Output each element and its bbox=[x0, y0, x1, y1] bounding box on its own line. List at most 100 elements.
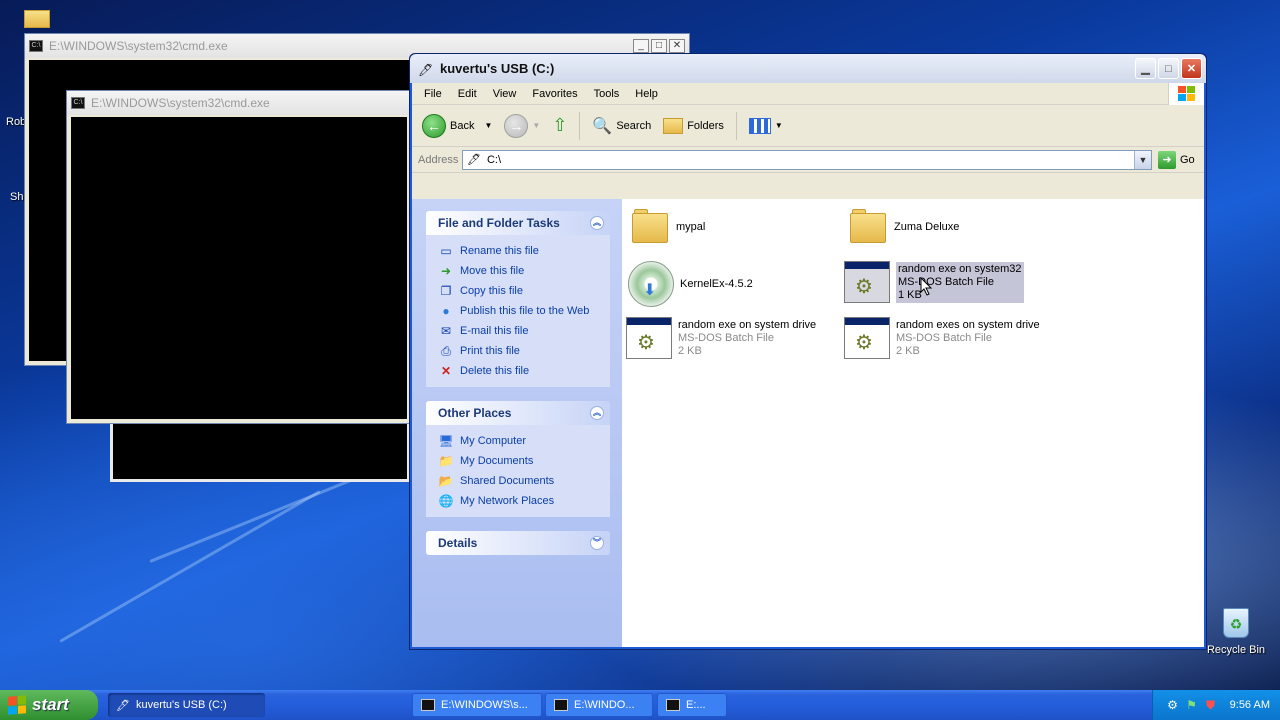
folders-button[interactable]: Folders bbox=[659, 116, 728, 136]
documents-icon: 📁 bbox=[438, 454, 454, 468]
explorer-titlebar[interactable]: 🖊 kuvertu's USB (C:) ▁ □ ✕ bbox=[410, 54, 1206, 83]
desktop-icon-label-partial-2[interactable]: Sh bbox=[10, 191, 23, 203]
place-my-documents[interactable]: 📁 My Documents bbox=[438, 451, 602, 471]
menu-tools[interactable]: Tools bbox=[586, 88, 628, 100]
task-pane: File and Folder Tasks ︽ ▭ Rename this fil… bbox=[412, 199, 622, 647]
menu-help[interactable]: Help bbox=[627, 88, 666, 100]
address-bar: Address 🖊 C:\ ▼ ➜ Go bbox=[412, 147, 1204, 173]
explorer-title: kuvertu's USB (C:) bbox=[440, 61, 555, 76]
start-button[interactable]: start bbox=[0, 690, 98, 720]
forward-dropdown-icon[interactable]: ▼ bbox=[532, 121, 540, 130]
forward-button[interactable]: → ▼ bbox=[500, 112, 544, 140]
file-item-random-exes-system-drive[interactable]: ⚙ random exes on system drive MS-DOS Bat… bbox=[844, 317, 1040, 359]
back-dropdown-icon[interactable]: ▼ bbox=[484, 121, 492, 130]
cmd-window-front[interactable]: C:\ E:\WINDOWS\system32\cmd.exe bbox=[66, 90, 412, 424]
file-name: mypal bbox=[676, 220, 706, 233]
file-size: 2 KB bbox=[678, 344, 702, 357]
folder-icon bbox=[848, 209, 888, 245]
back-button[interactable]: ← Back ▼ bbox=[418, 112, 496, 140]
search-button[interactable]: 🔍 Search bbox=[588, 114, 655, 138]
minimize-button[interactable]: ▁ bbox=[1135, 58, 1156, 79]
collapse-chevron-icon[interactable]: ︽ bbox=[590, 406, 604, 420]
file-name: random exe on system drive bbox=[678, 318, 817, 331]
task-print[interactable]: ⎙ Print this file bbox=[438, 341, 602, 361]
views-icon bbox=[748, 117, 771, 134]
details-header[interactable]: Details ︾ bbox=[426, 531, 610, 555]
task-label: Rename this file bbox=[460, 245, 539, 257]
taskbar-button-cmd-3[interactable]: E:... bbox=[657, 693, 727, 717]
task-copy[interactable]: ❐ Copy this file bbox=[438, 281, 602, 301]
go-label: Go bbox=[1180, 153, 1195, 166]
file-folder-tasks-panel: File and Folder Tasks ︽ ▭ Rename this fil… bbox=[426, 211, 610, 387]
address-dropdown-icon[interactable]: ▼ bbox=[1134, 150, 1151, 169]
folders-label: Folders bbox=[687, 119, 724, 132]
file-item-zuma-deluxe[interactable]: Zuma Deluxe bbox=[848, 209, 959, 245]
file-item-mypal[interactable]: mypal bbox=[630, 209, 705, 245]
recycle-bin[interactable]: ♻ Recycle Bin bbox=[1200, 608, 1272, 660]
collapse-chevron-icon[interactable]: ︽ bbox=[590, 216, 604, 230]
batch-file-icon: ⚙ bbox=[626, 317, 672, 359]
menu-favorites[interactable]: Favorites bbox=[524, 88, 585, 100]
up-folder-icon: ⇧ bbox=[552, 115, 568, 135]
clock[interactable]: 9:56 AM bbox=[1230, 699, 1280, 711]
menu-edit[interactable]: Edit bbox=[450, 88, 485, 100]
place-network-places[interactable]: 🌐 My Network Places bbox=[438, 491, 602, 511]
close-button[interactable]: ✕ bbox=[1181, 58, 1202, 79]
folders-icon bbox=[663, 117, 684, 134]
maximize-button[interactable]: □ bbox=[651, 39, 667, 53]
address-label: Address bbox=[418, 153, 459, 166]
taskbar-button-label: E:\WINDO... bbox=[574, 699, 635, 711]
delete-icon: ✕ bbox=[440, 364, 452, 378]
cmd-window-title: E:\WINDOWS\system32\cmd.exe bbox=[49, 39, 228, 53]
task-publish[interactable]: ● Publish this file to the Web bbox=[438, 301, 602, 321]
toolbar-separator bbox=[579, 111, 581, 140]
go-button[interactable]: ➜ Go bbox=[1152, 150, 1200, 169]
usb-drive-icon: 🖊 bbox=[116, 699, 130, 712]
other-places-header[interactable]: Other Places ︽ bbox=[426, 401, 610, 425]
file-item-kernelex[interactable]: ⬇ KernelEx-4.5.2 bbox=[628, 261, 753, 307]
task-delete[interactable]: ✕ Delete this file bbox=[438, 361, 602, 381]
task-label: E-mail this file bbox=[460, 325, 529, 337]
system-tray: ⚙ ⚑ ⛊ 9:56 AM bbox=[1152, 690, 1280, 720]
address-value: C:\ bbox=[486, 153, 502, 166]
task-email[interactable]: ✉ E-mail this file bbox=[438, 321, 602, 341]
file-item-random-exe-system-drive[interactable]: ⚙ random exe on system drive MS-DOS Batc… bbox=[626, 317, 816, 359]
taskbar-button-cmd-2[interactable]: E:\WINDO... bbox=[545, 693, 653, 717]
rename-icon: ▭ bbox=[440, 244, 452, 258]
expand-chevron-icon[interactable]: ︾ bbox=[590, 536, 604, 550]
taskbar-button-cmd-1[interactable]: E:\WINDOWS\s... bbox=[412, 693, 542, 717]
toolbar-separator bbox=[735, 111, 737, 140]
batch-file-icon: ⚙ bbox=[844, 261, 890, 303]
maximize-button[interactable]: □ bbox=[1158, 58, 1179, 79]
network-tray-icon[interactable]: ⚑ bbox=[1184, 698, 1199, 713]
details-panel: Details ︾ bbox=[426, 531, 610, 555]
standard-toolbar: ← Back ▼ → ▼ ⇧ 🔍 Search Folders ▼ bbox=[412, 105, 1204, 147]
safely-remove-hardware-icon[interactable]: ⚙ bbox=[1165, 698, 1180, 713]
file-folder-tasks-header[interactable]: File and Folder Tasks ︽ bbox=[426, 211, 610, 235]
place-my-computer[interactable]: 🖥 My Computer bbox=[438, 431, 602, 451]
usb-drive-icon: 🖊 bbox=[418, 62, 434, 77]
windows-logo-icon bbox=[8, 695, 26, 715]
security-shield-icon[interactable]: ⛊ bbox=[1203, 698, 1218, 713]
desktop-folder-icon[interactable] bbox=[24, 6, 50, 28]
place-shared-documents[interactable]: 📂 Shared Documents bbox=[438, 471, 602, 491]
cmd-console[interactable] bbox=[71, 117, 407, 419]
file-name: random exe on system32 bbox=[898, 262, 1022, 275]
menu-view[interactable]: View bbox=[485, 88, 525, 100]
file-name: Zuma Deluxe bbox=[894, 220, 960, 233]
minimize-button[interactable]: _ bbox=[633, 39, 649, 53]
views-button[interactable]: ▼ bbox=[745, 116, 787, 136]
taskbar-button-explorer[interactable]: 🖊 kuvertu's USB (C:) bbox=[108, 693, 265, 717]
up-folder-button[interactable]: ⇧ bbox=[548, 113, 571, 138]
close-button[interactable]: ✕ bbox=[669, 39, 685, 53]
menu-file[interactable]: File bbox=[416, 88, 450, 100]
place-label: My Computer bbox=[460, 435, 527, 447]
task-move[interactable]: ➜ Move this file bbox=[438, 261, 602, 281]
address-field[interactable]: 🖊 C:\ ▼ bbox=[462, 149, 1152, 170]
cmd-window-third[interactable] bbox=[110, 420, 410, 482]
task-rename[interactable]: ▭ Rename this file bbox=[438, 241, 602, 261]
explorer-window[interactable]: 🖊 kuvertu's USB (C:) ▁ □ ✕ File Edit Vie… bbox=[409, 53, 1207, 650]
menu-bar: File Edit View Favorites Tools Help bbox=[412, 83, 1204, 105]
file-type: MS-DOS Batch File bbox=[898, 275, 994, 288]
file-type: MS-DOS Batch File bbox=[896, 331, 992, 344]
